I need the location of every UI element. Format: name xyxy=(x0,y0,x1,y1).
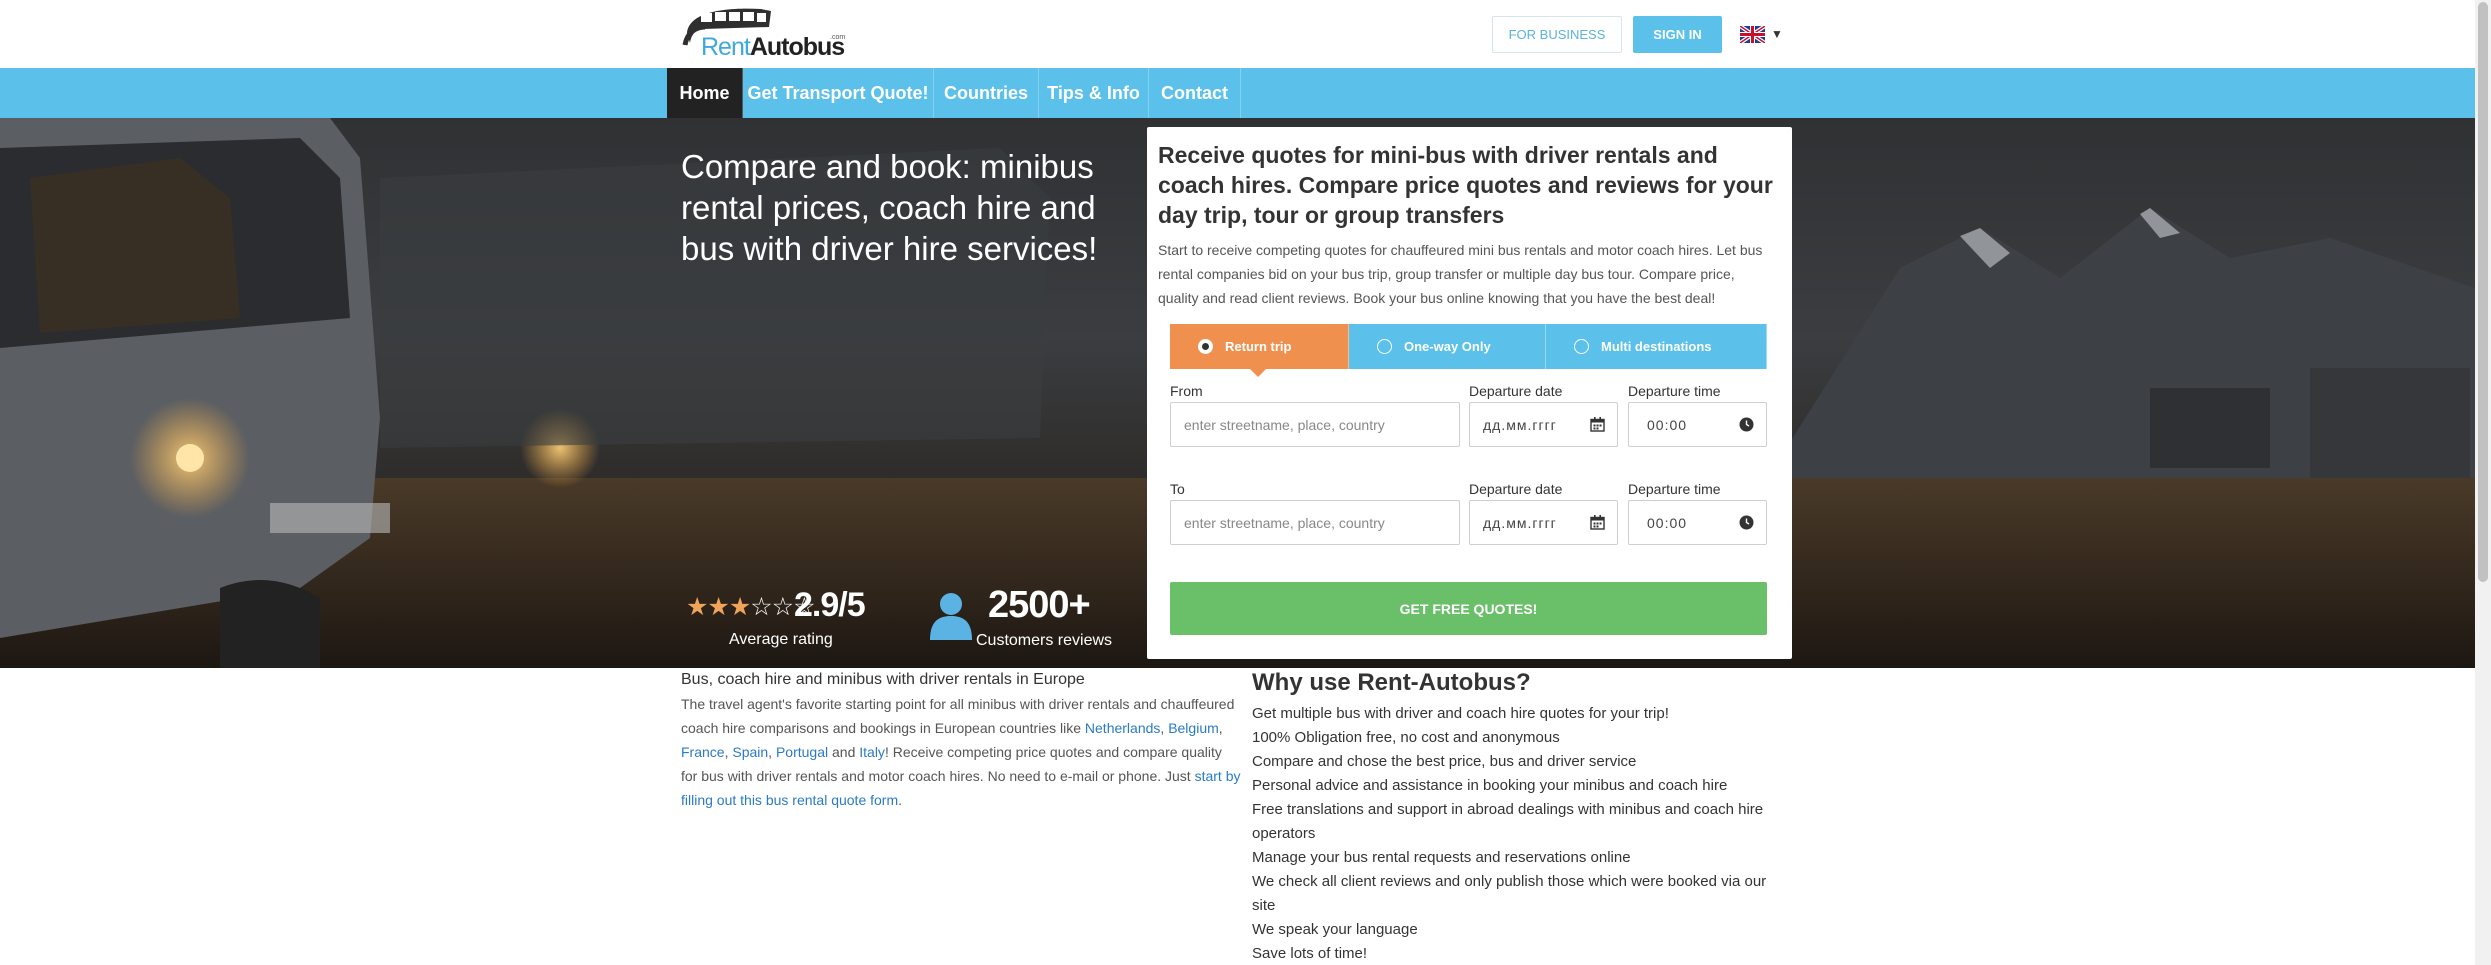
uk-flag-icon xyxy=(1740,25,1765,43)
chevron-down-icon: ▼ xyxy=(1771,27,1783,41)
page-scrollbar[interactable] xyxy=(2475,0,2491,965)
trip-type-selector: Return trip One-way Only Multi destinati… xyxy=(1170,324,1767,377)
calendar-icon[interactable] xyxy=(1590,417,1605,432)
intro-section: Bus, coach hire and minibus with driver … xyxy=(681,668,1241,812)
link-france[interactable]: France xyxy=(681,744,725,760)
trip-type-one-way[interactable]: One-way Only xyxy=(1349,324,1546,369)
nav-contact[interactable]: Contact xyxy=(1149,68,1241,118)
rating-label: Average rating xyxy=(729,631,833,648)
trip-type-label: One-way Only xyxy=(1404,339,1491,354)
from-input[interactable]: enter streetname, place, country xyxy=(1170,402,1460,447)
scrollbar-thumb[interactable] xyxy=(2478,2,2488,582)
intro-heading: Bus, coach hire and minibus with driver … xyxy=(681,671,1085,688)
rating-value: 2.9/5 xyxy=(794,586,866,624)
language-selector[interactable]: ▼ xyxy=(1740,24,1788,44)
logo-suffix: .com xyxy=(830,34,846,41)
link-belgium[interactable]: Belgium xyxy=(1168,720,1219,736)
trip-type-label: Multi destinations xyxy=(1601,339,1712,354)
quote-form-description: Start to receive competing quotes for ch… xyxy=(1158,242,1763,306)
radio-icon xyxy=(1574,339,1589,354)
nav-tips-info[interactable]: Tips & Info xyxy=(1039,68,1149,118)
site-header: RentAutobus .com FOR BUSINESS SIGN IN ▼ xyxy=(0,0,2475,68)
clock-icon[interactable] xyxy=(1739,515,1754,530)
departure-date-input[interactable]: дд.мм.гггг xyxy=(1469,402,1618,447)
intro-text: The travel agent's favorite starting poi… xyxy=(681,696,1241,808)
radio-checked-icon xyxy=(1198,339,1213,354)
hero-title: Compare and book: minibus rental prices,… xyxy=(681,148,1098,267)
for-business-button[interactable]: FOR BUSINESS xyxy=(1492,16,1622,53)
to-label: To xyxy=(1170,481,1185,497)
return-date-input[interactable]: дд.мм.гггг xyxy=(1469,500,1618,545)
departure-time-input[interactable]: 00:00 xyxy=(1628,402,1767,447)
list-item: Compare and chose the best price, bus an… xyxy=(1252,753,1637,770)
trip-type-return[interactable]: Return trip xyxy=(1170,324,1349,377)
departure-time-label: Departure time xyxy=(1628,481,1721,497)
departure-date-label: Departure date xyxy=(1469,481,1563,497)
departure-time-label: Departure time xyxy=(1628,383,1721,399)
reviews-label: Customers reviews xyxy=(976,632,1113,649)
list-item: Manage your bus rental requests and rese… xyxy=(1252,849,1631,866)
list-item: Free translations and support in abroad … xyxy=(1252,801,1764,842)
why-list: Get multiple bus with driver and coach h… xyxy=(1252,702,1792,965)
departure-date-label: Departure date xyxy=(1469,383,1563,399)
trip-type-multi[interactable]: Multi destinations xyxy=(1546,324,1767,369)
why-heading: Why use Rent-Autobus? xyxy=(1252,669,1531,696)
calendar-icon[interactable] xyxy=(1590,515,1605,530)
to-input[interactable]: enter streetname, place, country xyxy=(1170,500,1460,545)
list-item: Personal advice and assistance in bookin… xyxy=(1252,777,1728,794)
link-netherlands[interactable]: Netherlands xyxy=(1085,720,1161,736)
link-spain[interactable]: Spain xyxy=(732,744,768,760)
why-section: Why use Rent-Autobus? Get multiple bus w… xyxy=(1252,668,1792,965)
nav-get-transport-quote[interactable]: Get Transport Quote! xyxy=(743,68,934,118)
from-label: From xyxy=(1170,383,1203,399)
link-portugal[interactable]: Portugal xyxy=(776,744,828,760)
list-item: Get multiple bus with driver and coach h… xyxy=(1252,705,1669,722)
list-item: Save lots of time! xyxy=(1252,945,1368,962)
main-navigation: Home Get Transport Quote! Countries Tips… xyxy=(0,68,2475,118)
nav-countries[interactable]: Countries xyxy=(934,68,1039,118)
person-icon xyxy=(930,593,972,640)
link-italy[interactable]: Italy xyxy=(859,744,885,760)
reviews-count: 2500+ xyxy=(988,584,1091,626)
quote-form-panel: Receive quotes for mini-bus with driver … xyxy=(1147,127,1792,659)
radio-icon xyxy=(1377,339,1392,354)
logo-text-rent: Rent xyxy=(701,33,751,61)
trip-type-label: Return trip xyxy=(1225,339,1292,354)
list-item: We check all client reviews and only pub… xyxy=(1252,873,1767,914)
get-free-quotes-button[interactable]: GET FREE QUOTES! xyxy=(1170,582,1767,635)
return-time-input[interactable]: 00:00 xyxy=(1628,500,1767,545)
list-item: We speak your language xyxy=(1252,921,1418,938)
quote-form-title: Receive quotes for mini-bus with driver … xyxy=(1158,142,1773,228)
nav-home[interactable]: Home xyxy=(667,68,743,118)
list-item: 100% Obligation free, no cost and anonym… xyxy=(1252,729,1560,746)
sign-in-button[interactable]: SIGN IN xyxy=(1633,16,1722,53)
site-logo[interactable]: RentAutobus .com xyxy=(681,3,846,63)
clock-icon[interactable] xyxy=(1739,417,1754,432)
